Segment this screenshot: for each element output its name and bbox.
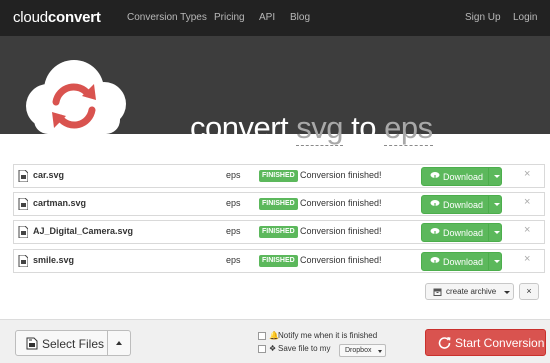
file-row: AJ_Digital_Camera.svg eps FINISHED Conve… [13,220,545,244]
file-name: smile.svg [33,255,75,265]
chevron-down-icon [378,350,382,353]
chevron-down-icon[interactable] [494,260,500,263]
download-icon [430,172,440,181]
download-separator [488,168,489,185]
file-format[interactable]: eps [226,255,241,265]
chevron-down-icon[interactable] [494,175,500,178]
nav-link-pricing[interactable]: Pricing [214,12,245,23]
status-badge: FINISHED [259,198,298,210]
start-conversion-button[interactable]: Start Conversion [425,329,546,356]
status-badge: FINISHED [259,255,298,267]
remove-file-button[interactable]: × [524,196,530,208]
status-text: Conversion finished! [300,198,382,208]
download-separator [488,224,489,241]
file-icon [18,255,28,267]
download-button[interactable]: Download [421,195,502,214]
create-archive-label: create archive [446,287,497,296]
file-icon [18,170,28,182]
dropbox-icon: ❖ [269,344,277,353]
nav-link-api[interactable]: API [259,12,275,23]
save-label: Save file to my [278,344,331,353]
file-format[interactable]: eps [226,226,241,236]
status-text: Conversion finished! [300,255,382,265]
brand-bold: convert [47,9,101,26]
title-word-to: to [351,110,377,145]
download-button[interactable]: Download [421,167,502,186]
file-row: car.svg eps FINISHED Conversion finished… [13,164,545,188]
status-badge: FINISHED [259,226,298,238]
download-icon [430,228,440,237]
download-label: Download [443,172,484,182]
download-separator [488,196,489,213]
title-word-convert: convert [190,110,289,145]
nav-link-login[interactable]: Login [513,12,537,23]
file-name: car.svg [33,170,65,180]
archive-icon [433,288,442,296]
status-text: Conversion finished! [300,226,382,236]
download-icon [430,257,440,266]
notify-label: Notify me when it is finished [278,331,378,340]
download-label: Download [443,228,484,238]
save-dropbox-checkbox[interactable] [258,345,266,353]
download-button[interactable]: Download [421,223,502,242]
status-text: Conversion finished! [300,170,382,180]
storage-select-label: Dropbox [345,347,372,354]
brand-logo[interactable]: cloudconvert [13,9,101,26]
chevron-down-icon[interactable] [494,203,500,206]
file-format[interactable]: eps [226,170,241,180]
select-files-label: Select Files [42,337,105,351]
start-conversion-label: Start Conversion [455,336,545,350]
select-files-dropdown[interactable] [108,330,131,356]
page-title: convert svg to eps [190,110,433,146]
bottom-toolbar: Select Files 🔔 Notify me when it is fini… [0,319,550,363]
status-badge: FINISHED [259,170,298,182]
file-name: AJ_Digital_Camera.svg [33,226,134,236]
notify-checkbox[interactable] [258,332,266,340]
nav-link-conversion-types[interactable]: Conversion Types [127,12,207,23]
download-separator [488,253,489,270]
chevron-down-icon [504,291,510,294]
create-archive-button[interactable]: create archive [425,283,514,300]
select-files-icon [26,337,38,350]
download-label: Download [443,200,484,210]
chevron-up-icon [116,341,122,345]
download-button[interactable]: Download [421,252,502,271]
file-row: cartman.svg eps FINISHED Conversion fini… [13,192,545,216]
archive-close-button[interactable]: × [519,283,539,300]
brand-light: cloud [13,9,48,26]
refresh-icon [438,337,451,349]
remove-file-button[interactable]: × [524,253,530,265]
from-format[interactable]: svg [296,110,344,146]
remove-file-button[interactable]: × [524,224,530,236]
file-format[interactable]: eps [226,198,241,208]
nav-link-blog[interactable]: Blog [290,12,310,23]
file-icon [18,198,28,210]
storage-select[interactable]: Dropbox [339,344,386,357]
hero-banner: convert svg to eps [0,36,550,146]
file-icon [18,226,28,238]
file-name: cartman.svg [33,198,87,208]
chevron-down-icon[interactable] [494,231,500,234]
nav-link-sign-up[interactable]: Sign Up [465,12,501,23]
top-navbar: cloudconvert Conversion Types Pricing AP… [0,0,550,36]
to-format[interactable]: eps [384,110,433,146]
download-icon [430,200,440,209]
cloud-icon [26,60,126,134]
remove-file-button[interactable]: × [524,168,530,180]
file-row: smile.svg eps FINISHED Conversion finish… [13,249,545,273]
download-label: Download [443,257,484,267]
select-files-button[interactable]: Select Files [15,330,108,356]
